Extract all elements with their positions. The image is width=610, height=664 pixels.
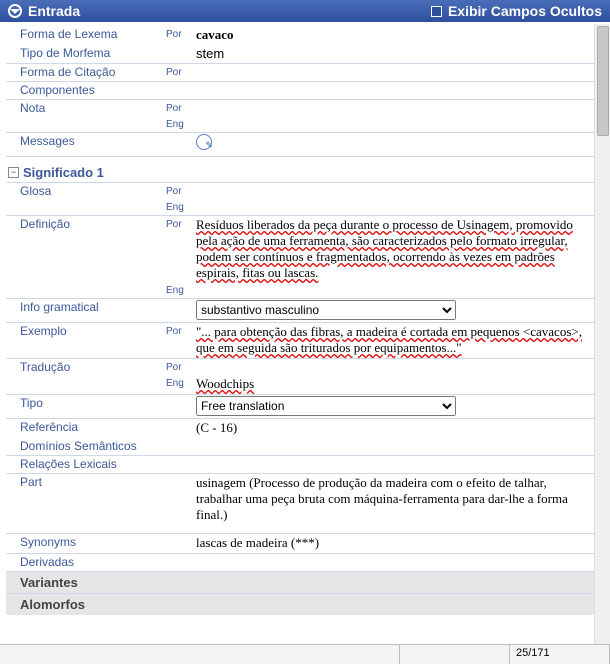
label-relacoes: Relações Lexicais xyxy=(6,457,166,471)
lang-tag: Por xyxy=(166,65,196,78)
value-definicao[interactable]: Resíduos liberados da peça durante o pro… xyxy=(196,217,573,280)
globe-edit-icon[interactable] xyxy=(196,134,212,150)
header-title: Entrada xyxy=(28,3,80,19)
label-dominios: Domínios Semânticos xyxy=(6,439,166,453)
select-tipo[interactable]: Free translation xyxy=(196,396,456,416)
label-definicao: Definição xyxy=(6,217,166,231)
label-exemplo: Exemplo xyxy=(6,324,166,338)
value-exemplo[interactable]: "... para obtenção das fibras, a madeira… xyxy=(196,324,582,355)
collapse-icon[interactable] xyxy=(8,4,22,18)
show-hidden-fields-toggle[interactable]: Exibir Campos Ocultos xyxy=(431,3,602,19)
lang-tag: Por xyxy=(166,324,196,337)
lang-tag: Por xyxy=(166,27,196,40)
lang-empty xyxy=(166,46,196,48)
label-messages: Messages xyxy=(6,134,166,148)
value-tipo-morfema[interactable]: stem xyxy=(196,46,600,61)
value-part[interactable]: usinagem (Processo de produção da madeir… xyxy=(196,475,600,523)
panel-header: Entrada Exibir Campos Ocultos xyxy=(0,0,610,22)
scrollbar-vertical[interactable] xyxy=(594,24,610,644)
status-cell-1 xyxy=(0,645,400,664)
label-part: Part xyxy=(6,475,166,489)
select-info-gramatical[interactable]: substantivo masculino xyxy=(196,300,456,320)
status-bar: 25/171 xyxy=(0,644,610,664)
value-traducao-eng[interactable]: Woodchips xyxy=(196,376,254,391)
lang-tag: Por xyxy=(166,184,196,197)
lang-tag: Por xyxy=(166,217,196,230)
scroll-thumb[interactable] xyxy=(597,26,609,136)
show-hidden-fields-label: Exibir Campos Ocultos xyxy=(448,3,602,19)
label-componentes: Componentes xyxy=(6,83,166,97)
value-referencia[interactable]: (C - 16) xyxy=(196,420,600,436)
lang-tag: Eng xyxy=(166,283,196,296)
value-lexema[interactable]: cavaco xyxy=(196,27,600,43)
label-tipo: Tipo xyxy=(6,396,166,410)
label-derivadas: Derivadas xyxy=(6,555,166,569)
lang-tag: Eng xyxy=(166,200,196,213)
section-significado: Significado 1 xyxy=(23,165,104,180)
label-glosa: Glosa xyxy=(6,184,166,198)
label-forma-citacao: Forma de Citação xyxy=(6,65,166,79)
section-alomorfos[interactable]: Alomorfos xyxy=(6,594,600,615)
lang-tag: Por xyxy=(166,101,196,114)
lang-tag: Por xyxy=(166,360,196,373)
lang-tag: Eng xyxy=(166,376,196,389)
label-traducao: Tradução xyxy=(6,360,166,374)
section-variantes[interactable]: Variantes xyxy=(6,572,600,594)
value-synonyms[interactable]: lascas de madeira (***) xyxy=(196,535,600,551)
label-forma-lexema: Forma de Lexema xyxy=(6,27,166,41)
label-tipo-morfema: Tipo de Morfema xyxy=(6,46,166,60)
label-synonyms: Synonyms xyxy=(6,535,166,549)
collapse-box-icon[interactable]: − xyxy=(8,167,19,178)
form-content: Forma de Lexema Por cavaco Tipo de Morfe… xyxy=(0,22,610,646)
checkbox-icon xyxy=(431,6,442,17)
status-page-count: 25/171 xyxy=(510,645,610,664)
label-info-gramatical: Info gramatical xyxy=(6,300,166,314)
label-nota: Nota xyxy=(6,101,166,115)
lang-tag: Eng xyxy=(166,117,196,130)
label-referencia: Referência xyxy=(6,420,166,434)
status-cell-2 xyxy=(400,645,510,664)
